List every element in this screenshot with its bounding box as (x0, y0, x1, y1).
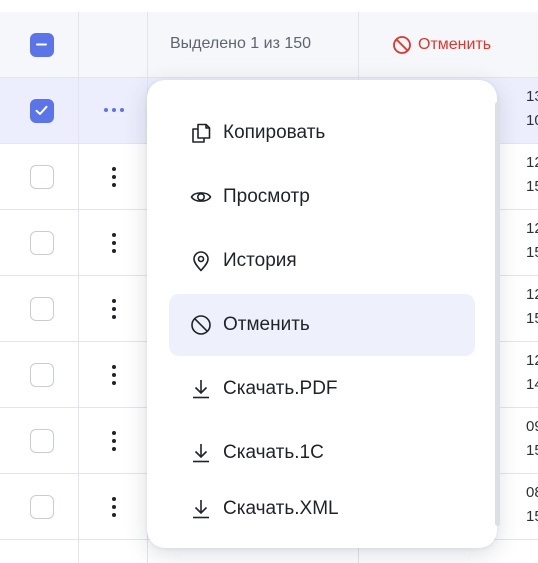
cell-value: 15 (526, 178, 538, 195)
table-header: Выделено 1 из 150 Отменить (0, 12, 538, 78)
cell-value: 12 (526, 352, 538, 369)
check-icon (35, 105, 48, 115)
menu-item-label: Просмотр (223, 186, 310, 207)
menu-item-label: Скачать.XML (223, 498, 339, 519)
column-divider (78, 12, 79, 563)
row-actions-button[interactable] (104, 164, 124, 190)
row-checkbox[interactable] (30, 429, 54, 453)
cell-value: 15 (526, 244, 538, 261)
menu-item-copy[interactable]: Копировать (169, 102, 475, 164)
row-checkbox[interactable] (30, 495, 54, 519)
cell-value: 10 (526, 112, 538, 129)
cell-value: 15 (526, 310, 538, 327)
menu-item-history[interactable]: История (169, 230, 475, 292)
menu-scrollbar[interactable] (495, 102, 500, 526)
cancel-circle-icon (189, 313, 213, 337)
row-checkbox[interactable] (30, 231, 54, 255)
cell-value: 12 (526, 220, 538, 237)
row-context-menu: Копировать Просмотр История Отменить Ска… (147, 80, 500, 548)
cell-value: 12 (526, 286, 538, 303)
cell-value: 15 (526, 508, 538, 525)
selected-count-text: Выделено 1 из 150 (170, 35, 312, 52)
menu-item-download-pdf[interactable]: Скачать.PDF (169, 358, 475, 420)
row-checkbox[interactable] (30, 165, 54, 189)
menu-item-label: Копировать (223, 122, 326, 143)
menu-item-label: Скачать.1С (223, 442, 324, 463)
row-actions-button[interactable] (104, 296, 124, 322)
row-actions-button-active[interactable] (104, 108, 126, 114)
cell-value: 08 (526, 484, 538, 501)
menu-item-cancel[interactable]: Отменить (169, 294, 475, 356)
cell-value: 12 (526, 154, 538, 171)
row-actions-button[interactable] (104, 494, 124, 520)
cell-value: 13 (526, 88, 538, 105)
row-checkbox[interactable] (30, 363, 54, 387)
row-checkbox[interactable] (30, 297, 54, 321)
cancel-circle-icon (393, 36, 411, 54)
row-checkbox[interactable] (30, 99, 54, 123)
cancel-selection-label: Отменить (418, 36, 492, 53)
cell-value: 09 (526, 418, 538, 435)
menu-item-download-1c[interactable]: Скачать.1С (169, 422, 475, 484)
menu-item-label: Отменить (223, 314, 310, 335)
eye-icon (189, 185, 213, 209)
copy-icon (189, 121, 213, 145)
menu-item-view[interactable]: Просмотр (169, 166, 475, 228)
menu-item-download-xml[interactable]: Скачать.XML (169, 478, 475, 540)
row-actions-button[interactable] (104, 362, 124, 388)
cancel-selection-button[interactable]: Отменить (392, 32, 491, 58)
menu-item-label: История (223, 250, 297, 271)
cell-value: 14 (526, 376, 538, 393)
download-icon (189, 497, 213, 521)
minus-icon (36, 43, 47, 46)
download-icon (189, 441, 213, 465)
location-pin-icon (189, 249, 213, 273)
menu-item-label: Скачать.PDF (223, 378, 338, 399)
download-icon (189, 377, 213, 401)
row-actions-button[interactable] (104, 428, 124, 454)
cell-value: 15 (526, 442, 538, 459)
select-all-checkbox[interactable] (30, 33, 54, 57)
row-actions-button[interactable] (104, 230, 124, 256)
